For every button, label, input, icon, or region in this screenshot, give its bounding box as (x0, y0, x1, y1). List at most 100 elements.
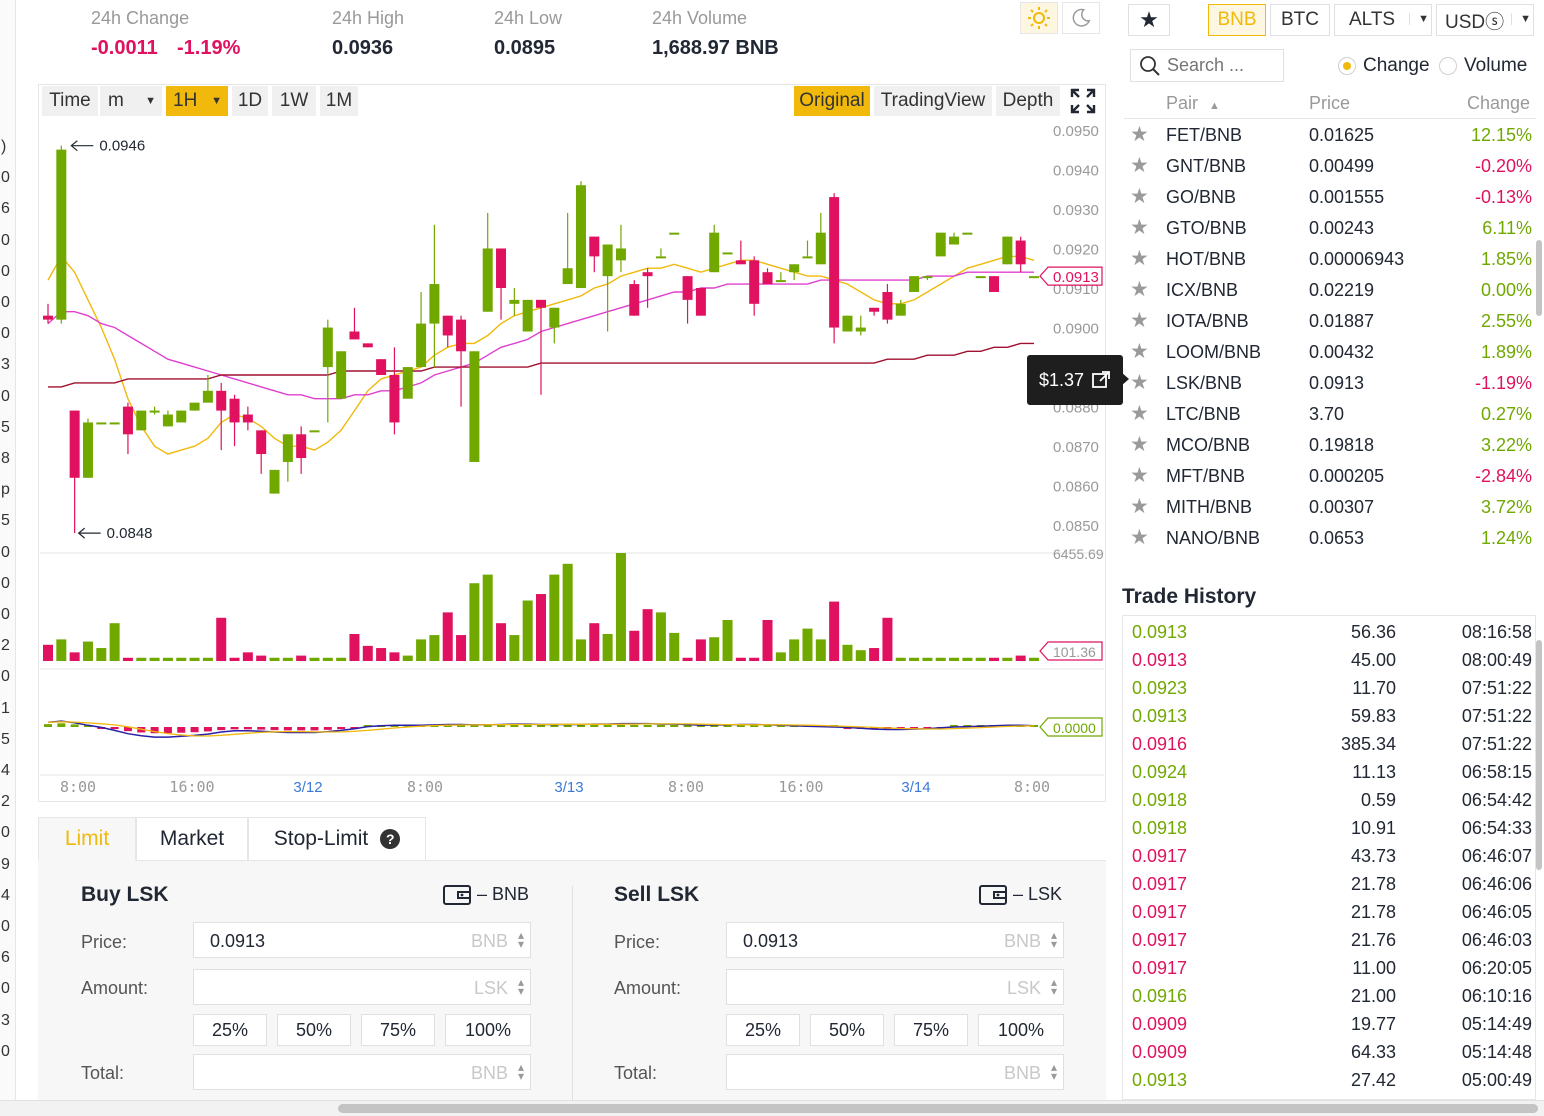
tab-stop-limit-label: Stop-Limit (273, 827, 369, 850)
strip-digit: 3 (1, 1011, 10, 1029)
sell-total-input[interactable]: BNB ▴ ▾ (726, 1054, 1064, 1090)
star-icon[interactable]: ★ (1130, 277, 1149, 302)
trade-amount: 45.00 (1350, 650, 1396, 670)
trade-history-scrollbar[interactable] (1536, 640, 1542, 870)
stepper-icon[interactable]: ▴ ▾ (1051, 976, 1057, 997)
sell-50-percent[interactable]: 50% (810, 1014, 884, 1046)
sell-price-input[interactable]: 0.0913 BNB ▴ ▾ (726, 922, 1064, 958)
star-icon[interactable]: ★ (1130, 153, 1149, 178)
macd-histogram-bar (190, 727, 199, 733)
trade-row: 0.0917 11.00 06:20:05 (1124, 954, 1536, 982)
macd-histogram-bar (523, 725, 532, 727)
pair-row[interactable]: ★ ICX/BNB 0.02219 0.00% (1124, 275, 1536, 306)
trade-amount: 59.83 (1350, 706, 1396, 726)
sell-100-percent[interactable]: 100% (978, 1014, 1064, 1046)
volume-bar (256, 655, 267, 661)
volume-bar (802, 628, 813, 661)
sell-25-percent[interactable]: 25% (726, 1014, 800, 1046)
trade-row: 0.0916 385.34 07:51:22 (1124, 730, 1536, 758)
pair-row[interactable]: ★ MFT/BNB 0.000205 -2.84% (1124, 461, 1536, 492)
buy-amount-input[interactable]: LSK ▴ ▾ (193, 969, 531, 1005)
star-icon[interactable]: ★ (1130, 339, 1149, 364)
volume-bar (56, 639, 67, 661)
pair-row[interactable]: ★ MCO/BNB 0.19818 3.22% (1124, 430, 1536, 461)
volume-bar (509, 635, 520, 661)
pair-price: 0.01887 (1309, 311, 1375, 331)
star-icon[interactable]: ★ (1130, 122, 1149, 147)
star-icon[interactable]: ★ (1130, 308, 1149, 333)
pair-row[interactable]: ★ LOOM/BNB 0.00432 1.89% (1124, 337, 1536, 368)
volume-bar (389, 652, 400, 661)
horizontal-scrollbar-thumb[interactable] (338, 1104, 1538, 1113)
tab-stop-limit[interactable]: Stop-Limit ? (248, 817, 426, 861)
trade-row: 0.0909 64.33 05:14:48 (1124, 1038, 1536, 1066)
trade-amount: 21.78 (1350, 874, 1396, 894)
pair-row[interactable]: ★ NANO/BNB 0.0653 1.24% (1124, 523, 1536, 554)
volume-bar (789, 639, 800, 661)
buy-50-percent[interactable]: 50% (277, 1014, 351, 1046)
stepper-icon[interactable]: ▴ ▾ (518, 1061, 524, 1082)
sell-amount-input[interactable]: LSK ▴ ▾ (726, 969, 1064, 1005)
buy-wallet[interactable]: – BNB (443, 883, 529, 905)
pair-row[interactable]: ★ GTO/BNB 0.00243 6.11% (1124, 213, 1536, 244)
trade-amount: 10.91 (1350, 818, 1396, 838)
pair-row[interactable]: ★ FET/BNB 0.01625 12.15% (1124, 120, 1536, 151)
pair-price: 0.00307 (1309, 497, 1375, 517)
volume-bar (949, 657, 960, 661)
time-axis-label: 3/14 (901, 779, 930, 796)
buy-price-input[interactable]: 0.0913 BNB ▴ ▾ (193, 922, 531, 958)
strip-digit: 6 (1, 949, 10, 967)
pair-row[interactable]: ★ GO/BNB 0.001555 -0.13% (1124, 182, 1536, 213)
star-icon[interactable]: ★ (1130, 184, 1149, 209)
star-icon[interactable]: ★ (1130, 494, 1149, 519)
star-icon[interactable]: ★ (1130, 246, 1149, 271)
external-link-icon[interactable] (1092, 371, 1110, 389)
stepper-icon[interactable]: ▴ ▾ (1051, 929, 1057, 950)
star-icon[interactable]: ★ (1130, 432, 1149, 457)
pair-row[interactable]: ★ MITH/BNB 0.00307 3.72% (1124, 492, 1536, 523)
volume-bar (762, 619, 773, 661)
tooltip-arrow (1121, 372, 1129, 386)
pair-row[interactable]: ★ GNT/BNB 0.00499 -0.20% (1124, 151, 1536, 182)
volume-bar (909, 657, 920, 661)
sell-amount-label: Amount: (614, 978, 682, 998)
buy-25-percent[interactable]: 25% (193, 1014, 267, 1046)
pair-row[interactable]: ★ IOTA/BNB 0.01887 2.55% (1124, 306, 1536, 337)
sell-total-label: Total: (614, 1063, 658, 1083)
star-icon[interactable]: ★ (1130, 525, 1149, 550)
star-icon[interactable]: ★ (1130, 401, 1149, 426)
help-icon[interactable]: ? (380, 829, 401, 849)
volume-bar (549, 574, 560, 661)
pair-change: 3.22% (1480, 435, 1532, 455)
trade-price: 0.0917 (1132, 846, 1188, 866)
trade-time: 06:10:16 (1461, 986, 1532, 1006)
trade-time: 06:46:06 (1461, 874, 1532, 894)
pair-change: -2.84% (1474, 466, 1532, 486)
volume-bar (149, 657, 160, 661)
buy-100-percent[interactable]: 100% (445, 1014, 531, 1046)
pair-row[interactable]: ★ LTC/BNB 3.70 0.27% (1124, 399, 1536, 430)
pair-price: 0.00006943 (1309, 249, 1405, 269)
pair-list-scrollbar[interactable] (1536, 240, 1542, 316)
tab-market[interactable]: Market (136, 817, 248, 861)
star-icon[interactable]: ★ (1130, 463, 1149, 488)
macd-histogram-bar (630, 724, 639, 727)
volume-bar (722, 619, 733, 661)
pair-row[interactable]: ★ LSK/BNB 0.0913 -1.19% (1124, 368, 1536, 399)
macd-histogram-bar (576, 725, 585, 727)
buy-75-percent[interactable]: 75% (361, 1014, 435, 1046)
sell-wallet[interactable]: – LSK (979, 883, 1062, 905)
star-icon[interactable]: ★ (1130, 215, 1149, 240)
trade-time: 06:58:15 (1461, 762, 1532, 782)
pair-name: MCO/BNB (1166, 435, 1251, 455)
sell-75-percent[interactable]: 75% (894, 1014, 968, 1046)
trade-row: 0.0913 59.83 07:51:22 (1124, 702, 1536, 730)
pair-row[interactable]: ★ HOT/BNB 0.00006943 1.85% (1124, 244, 1536, 275)
stepper-icon[interactable]: ▴ ▾ (518, 929, 524, 950)
tab-limit[interactable]: Limit (38, 817, 136, 861)
stepper-icon[interactable]: ▴ ▾ (518, 976, 524, 997)
star-icon[interactable]: ★ (1130, 370, 1149, 395)
buy-total-input[interactable]: BNB ▴ ▾ (193, 1054, 531, 1090)
macd-histogram-bar (230, 727, 239, 730)
stepper-icon[interactable]: ▴ ▾ (1051, 1061, 1057, 1082)
